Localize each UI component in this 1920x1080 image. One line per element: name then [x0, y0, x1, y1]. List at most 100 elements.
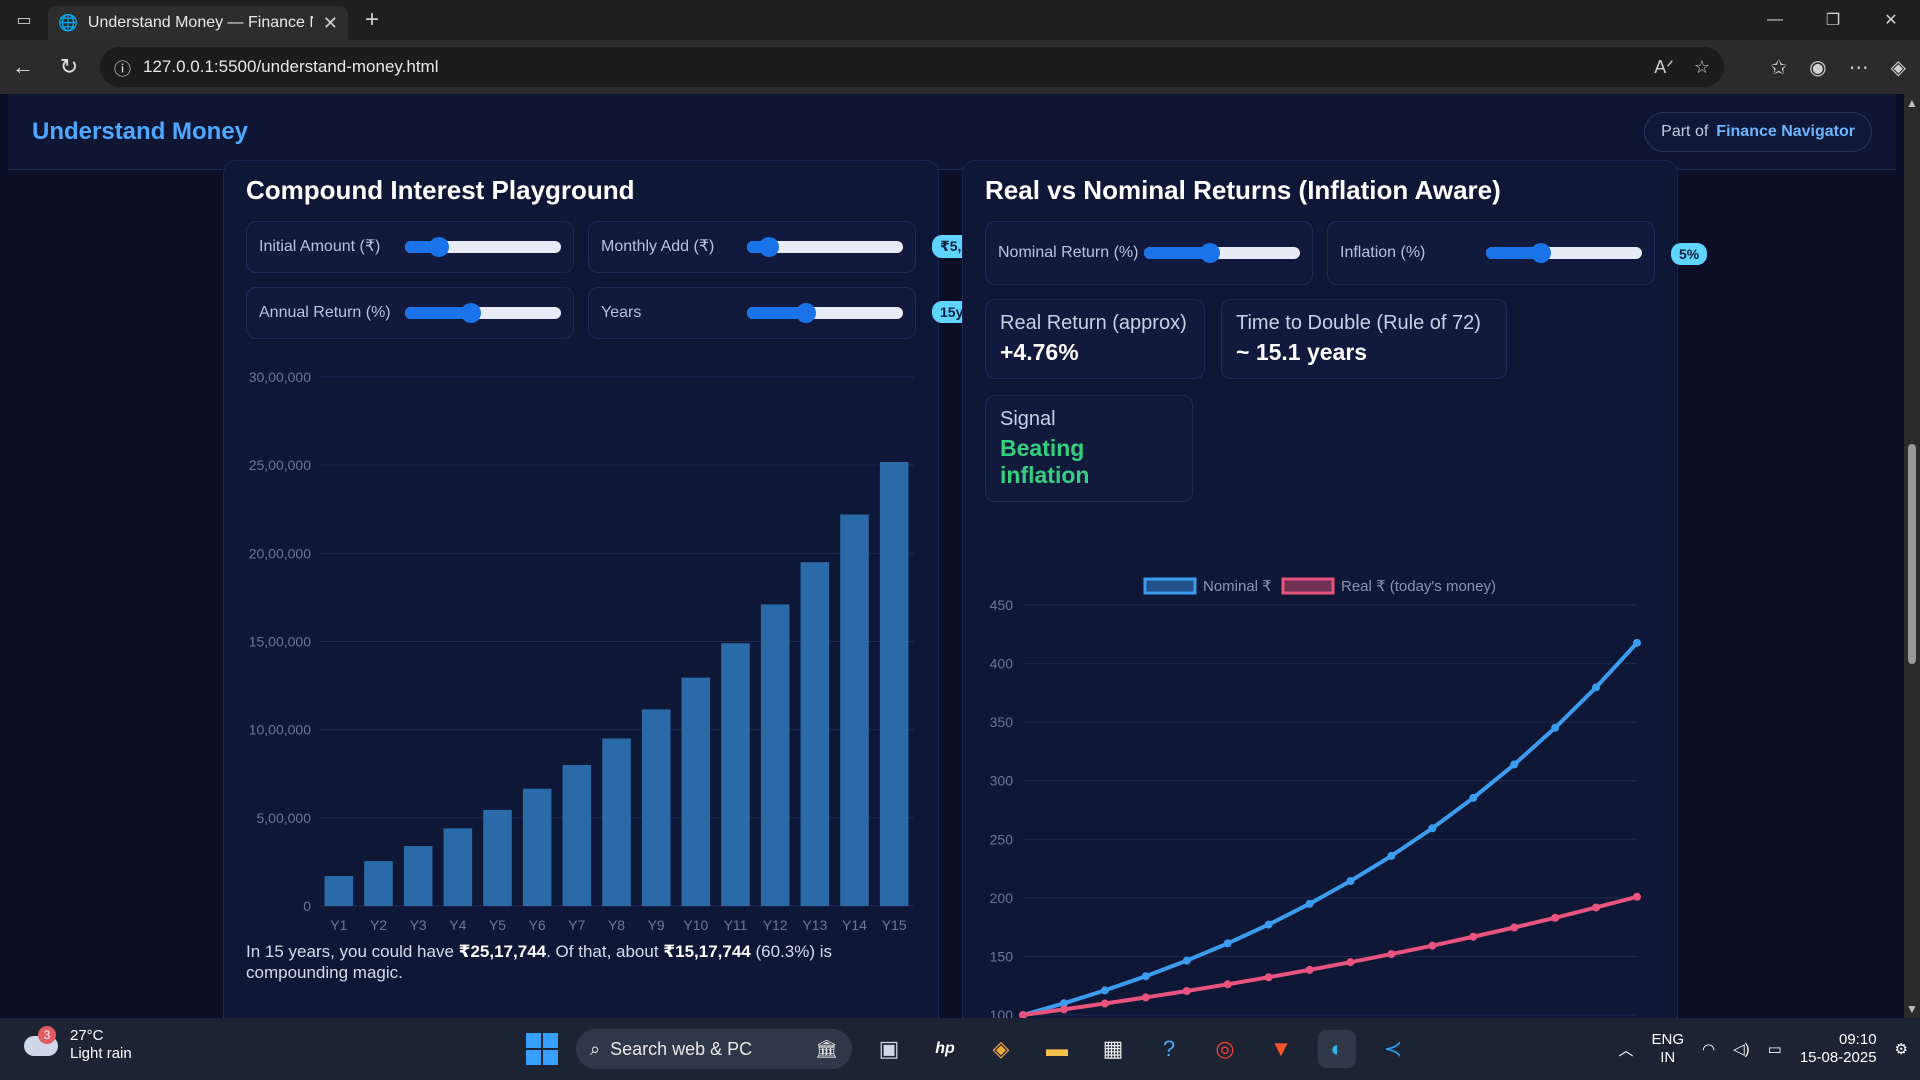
finance-navigator-link[interactable]: Finance Navigator	[1716, 123, 1855, 140]
scrollbar-thumb[interactable]	[1908, 444, 1916, 664]
bar	[324, 876, 354, 906]
windows-start-icon[interactable]	[526, 1033, 558, 1065]
nominal-return-label: Nominal Return (%)	[998, 244, 1139, 261]
initial-amount-label: Initial Amount (₹)	[259, 238, 381, 255]
weather-cloud-icon: 3	[22, 1026, 60, 1064]
chrome-icon[interactable]: ◎	[1206, 1030, 1244, 1068]
read-aloud-icon[interactable]: Aᐟ	[1654, 57, 1674, 78]
taskbar-search[interactable]: ⌕ Search web & PC 🏛	[576, 1029, 852, 1069]
y-tick-label: 20,00,000	[249, 545, 311, 561]
time-to-double-value: ~ 15.1 years	[1236, 339, 1368, 365]
vscode-icon[interactable]: ≺	[1374, 1030, 1412, 1068]
y-tick-label: 10,00,000	[249, 722, 311, 738]
taskbar-search-text: Search web & PC	[610, 1038, 753, 1059]
bar	[681, 677, 711, 906]
brave-icon[interactable]: ▼	[1262, 1030, 1300, 1068]
data-point	[1469, 932, 1478, 941]
data-point	[1182, 956, 1191, 965]
more-menu-icon[interactable]: ⋯	[1849, 55, 1869, 80]
annual-return-slider[interactable]	[405, 303, 561, 323]
slider-handle[interactable]	[429, 237, 450, 257]
search-icon: ⌕	[590, 1038, 601, 1059]
inflation-slider[interactable]	[1486, 243, 1642, 263]
app-header: Understand Money Part of Finance Navigato…	[8, 94, 1896, 170]
restore-icon[interactable]: ❐	[1804, 0, 1862, 40]
close-window-icon[interactable]: ✕	[1862, 0, 1920, 40]
x-tick-label: Y15	[882, 917, 907, 931]
data-point	[1182, 986, 1191, 995]
file-explorer-icon[interactable]: ▬	[1038, 1030, 1076, 1068]
favorite-star-icon[interactable]: ☆	[1694, 57, 1710, 78]
slider-handle[interactable]	[1199, 243, 1220, 263]
bar	[562, 764, 592, 906]
favorites-icon[interactable]: ✩	[1770, 55, 1787, 80]
weather-temp: 27°C	[70, 1027, 104, 1044]
hp-app-icon[interactable]: hp	[926, 1030, 964, 1068]
page-scrollbar[interactable]: ▲ ▼	[1904, 94, 1920, 1018]
x-tick-label: Y14	[842, 917, 867, 931]
task-view-icon[interactable]: ▣	[870, 1030, 908, 1068]
profile-icon[interactable]: ◉	[1809, 55, 1826, 80]
data-point	[1387, 851, 1396, 860]
copilot-app-icon[interactable]: ◈	[982, 1030, 1020, 1068]
time-to-double-label: Time to Double (Rule of 72)	[1236, 312, 1481, 334]
initial-amount-control: Initial Amount (₹)	[246, 221, 574, 273]
scroll-up-icon[interactable]: ▲	[1904, 96, 1920, 110]
y-tick-label: 5,00,000	[257, 810, 312, 826]
copilot-icon[interactable]: ◈	[1891, 55, 1906, 80]
address-bar[interactable]: ⓘ 127.0.0.1:5500/understand-money.html A…	[100, 47, 1724, 87]
real-return-label: Real Return (approx)	[1000, 312, 1187, 334]
annual-return-label: Annual Return (%)	[259, 304, 391, 321]
data-point	[1019, 1011, 1027, 1018]
years-value-badge: 15y	[932, 301, 966, 323]
slider-handle[interactable]	[1530, 243, 1551, 263]
edge-icon[interactable]: ◐	[1318, 1030, 1356, 1068]
language-indicator[interactable]: ENG IN	[1651, 1031, 1684, 1067]
slider-handle[interactable]	[758, 237, 779, 257]
volume-icon[interactable]: ◁)	[1733, 1040, 1750, 1058]
site-info-icon[interactable]: ⓘ	[114, 55, 131, 80]
close-tab-icon[interactable]: ✕	[323, 13, 338, 34]
scroll-down-icon[interactable]: ▼	[1904, 1002, 1920, 1016]
help-app-icon[interactable]: ?	[1150, 1030, 1188, 1068]
show-hidden-icons-icon[interactable]: ︿	[1618, 1039, 1633, 1060]
data-point	[1592, 903, 1601, 912]
data-point	[1633, 892, 1641, 901]
monthly-add-slider[interactable]	[747, 237, 903, 257]
x-tick-label: Y1	[330, 917, 347, 931]
x-tick-label: Y2	[370, 917, 387, 931]
microsoft-store-icon[interactable]: ▦	[1094, 1030, 1132, 1068]
inflation-card: Real vs Nominal Returns (Inflation Aware…	[962, 160, 1708, 1018]
nominal-return-slider[interactable]	[1144, 243, 1300, 263]
url-text[interactable]: 127.0.0.1:5500/understand-money.html	[143, 57, 1642, 77]
system-clock[interactable]: 09:10 15-08-2025	[1800, 1031, 1877, 1067]
x-tick-label: Y10	[683, 917, 708, 931]
tab-actions-icon[interactable]: ▭	[0, 0, 48, 40]
minimize-icon[interactable]: —	[1746, 0, 1804, 40]
part-of-label: Part of	[1661, 122, 1709, 140]
initial-amount-slider[interactable]	[405, 237, 561, 257]
years-slider[interactable]	[747, 303, 903, 323]
inflation-value-badge: 5%	[1671, 243, 1708, 265]
summary-total: ₹25,17,744	[458, 942, 547, 961]
slider-handle[interactable]	[796, 303, 817, 323]
part-of-pill: Part of Finance Navigator	[1644, 111, 1872, 152]
battery-icon[interactable]: ▭	[1768, 1040, 1782, 1058]
data-point	[1428, 941, 1437, 950]
slider-handle[interactable]	[460, 303, 481, 323]
new-tab-button[interactable]: +	[352, 3, 392, 37]
brand-title[interactable]: Understand Money	[32, 118, 248, 146]
data-point	[1551, 723, 1560, 732]
wifi-icon[interactable]: ◠	[1702, 1040, 1715, 1058]
back-icon[interactable]: ←	[0, 44, 46, 90]
browser-tab[interactable]: 🌐 Understand Money — Finance Na ✕	[48, 6, 348, 40]
weather-widget[interactable]: 3 27°C Light rain	[22, 1026, 132, 1064]
legend-swatch	[1143, 577, 1197, 595]
inflation-title: Real vs Nominal Returns (Inflation Aware…	[985, 175, 1501, 205]
legend-swatch	[1281, 577, 1335, 595]
monthly-add-value-badge: ₹5,	[932, 235, 964, 258]
data-point	[1551, 913, 1560, 922]
notification-icon[interactable]: ⚙	[1895, 1040, 1908, 1058]
bar	[443, 828, 473, 906]
reload-icon[interactable]: ↻	[46, 44, 92, 90]
